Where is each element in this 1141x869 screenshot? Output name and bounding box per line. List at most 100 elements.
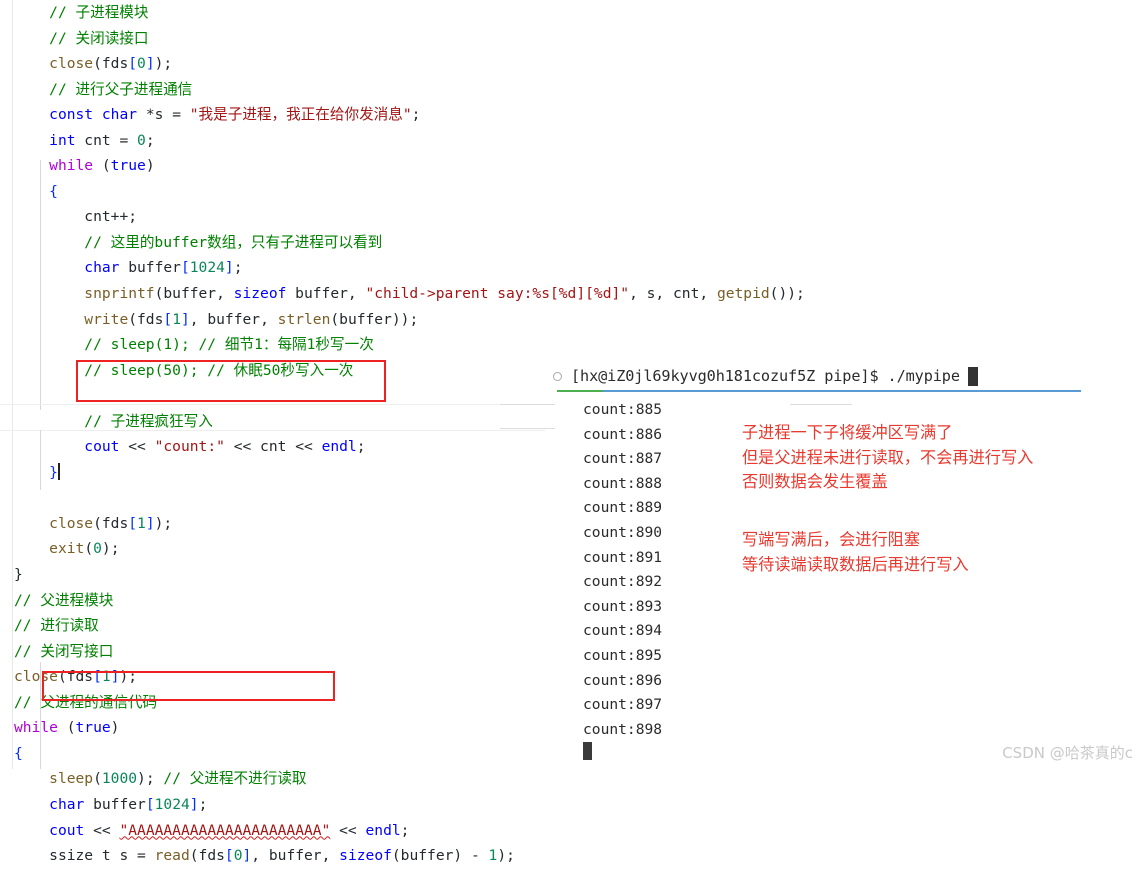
code-token: snprintf — [84, 285, 155, 303]
code-token: "count:" — [154, 438, 225, 456]
code-token: ] — [189, 795, 199, 813]
code-line[interactable]: } — [0, 460, 560, 486]
code-token: // 进行父子进程通信 — [49, 80, 193, 98]
code-line[interactable]: int cnt = 0; — [0, 128, 560, 154]
code-token: 1 — [488, 847, 498, 865]
code-line[interactable]: sleep(1000); // 父进程不进行读取 — [0, 766, 560, 792]
code-token: ; — [145, 131, 155, 149]
code-token: << — [119, 438, 155, 456]
margin-tick-2 — [500, 428, 555, 429]
code-line[interactable]: cnt++; — [0, 204, 560, 230]
code-token: [ — [224, 847, 234, 865]
terminal-output-line: count:891 — [583, 548, 663, 566]
code-token: // 进行读取 — [14, 617, 99, 635]
code-token: exit — [49, 540, 85, 558]
terminal-prompt-text: [hx@iZ0jl69kyvg0h181cozuf5Z pipe]$ ./myp… — [571, 367, 960, 385]
code-line[interactable]: // 这里的buffer数组，只有子进程可以看到 — [0, 230, 560, 256]
code-line[interactable]: // 父进程模块 — [0, 588, 560, 614]
code-token: (fds — [189, 847, 225, 865]
code-line[interactable]: cout << "AAAAAAAAAAAAAAAAAAAAAA" << endl… — [0, 818, 560, 844]
code-token: sizeof — [233, 285, 287, 303]
code-token: { — [14, 744, 23, 762]
code-token: [ — [163, 310, 173, 328]
code-token: // 父进程模块 — [14, 591, 114, 609]
terminal-block-cursor — [583, 742, 592, 761]
code-line[interactable]: while (true) — [0, 715, 560, 741]
code-token: // 父进程不进行读取 — [163, 770, 307, 788]
code-line[interactable]: const char *s = "我是子进程，我正在给你发消息"; — [0, 102, 560, 128]
code-line[interactable]: // 进行读取 — [0, 613, 560, 639]
code-line[interactable]: char buffer[1024]; — [0, 792, 560, 818]
code-token: while — [49, 157, 94, 175]
code-line[interactable]: close(fds[0]); — [0, 51, 560, 77]
code-line[interactable]: ssize t s = read(fds[0], buffer, sizeof(… — [0, 843, 560, 869]
code-token: // 关闭读接口 — [49, 29, 149, 47]
code-line[interactable]: close(fds[1]); — [0, 511, 560, 537]
code-token: char — [84, 259, 120, 277]
code-line[interactable]: // 进行父子进程通信 — [0, 77, 560, 103]
code-line[interactable]: // 关闭读接口 — [0, 26, 560, 52]
annotation-note-blocking: 写端写满后，会进行阻塞 等待读端读取数据后再进行写入 — [742, 530, 969, 574]
code-token: ] — [145, 514, 155, 532]
code-line[interactable]: // sleep(50); // 休眠50秒写入一次 — [0, 358, 560, 384]
code-token: close — [49, 514, 94, 532]
code-token: (fds — [93, 514, 129, 532]
code-line[interactable]: { — [0, 179, 560, 205]
code-token: ( — [93, 55, 102, 73]
code-token: ] — [145, 55, 155, 73]
terminal-output-line: count:895 — [583, 646, 663, 664]
terminal-output-line: count:892 — [583, 573, 663, 591]
margin-tick-3 — [790, 404, 852, 405]
code-line[interactable]: close(fds[1]); — [0, 664, 560, 690]
code-line[interactable]: snprintf(buffer, sizeof buffer, "child->… — [0, 281, 805, 307]
margin-tick-1 — [500, 404, 555, 405]
code-line[interactable]: } — [0, 562, 560, 588]
code-token: char — [101, 106, 138, 124]
code-token: (fds — [128, 310, 164, 328]
watermark: CSDN @哈茶真的c — [1002, 744, 1133, 762]
code-line[interactable]: // sleep(1); // 细节1：每隔1秒写一次 — [0, 332, 560, 358]
code-token: 1 — [137, 514, 146, 532]
code-token: buffer — [84, 795, 146, 813]
code-token: 1000 — [101, 770, 138, 788]
code-token: 1024 — [189, 259, 225, 277]
code-line[interactable]: cout << "count:" << cnt << endl; — [0, 434, 560, 460]
code-lines[interactable]: // 子进程模块 // 关闭读接口 close(fds[0]); // 进行父子… — [0, 0, 805, 869]
code-line[interactable]: write(fds[1], buffer, strlen(buffer)); — [0, 307, 560, 333]
code-line[interactable]: while (true) — [0, 153, 560, 179]
code-line[interactable] — [0, 383, 560, 409]
code-token: while — [14, 719, 58, 737]
terminal-output-cursor-line — [583, 742, 662, 767]
code-token: (fds — [57, 668, 94, 686]
code-token: 0 — [93, 540, 102, 558]
code-token: 0 — [233, 847, 243, 865]
code-line[interactable]: // 关闭写接口 — [0, 639, 560, 665]
code-token: 0 — [137, 131, 146, 149]
code-token: 0 — [137, 55, 146, 73]
code-token: ); — [154, 55, 173, 73]
code-line[interactable]: char buffer[1024]; — [0, 255, 560, 281]
code-token: sizeof — [339, 847, 392, 865]
code-token: buffer — [119, 259, 181, 277]
code-token: write — [84, 310, 129, 328]
code-token: , buffer, — [251, 847, 340, 865]
code-token: // sleep(1); // 细节1：每隔1秒写一次 — [84, 336, 374, 354]
code-token: << cnt << — [224, 438, 322, 456]
code-editor-pane[interactable]: // 子进程模块 // 关闭读接口 close(fds[0]); // 进行父子… — [0, 0, 805, 864]
code-line[interactable]: // 子进程疯狂写入 — [0, 409, 560, 435]
code-token: // 父进程的通信代码 — [14, 693, 158, 711]
code-token: char — [49, 795, 85, 813]
code-line[interactable]: // 子进程模块 — [0, 0, 560, 26]
code-token: ; — [356, 438, 366, 456]
code-line[interactable]: exit(0); — [0, 536, 560, 562]
code-token: [ — [145, 795, 155, 813]
code-token: ) — [145, 157, 155, 175]
code-token: // 这里的buffer数组，只有子进程可以看到 — [84, 233, 383, 251]
terminal-prompt-cursor — [967, 366, 978, 386]
code-line[interactable]: { — [0, 741, 560, 767]
code-line[interactable] — [0, 485, 560, 511]
code-token: buffer, — [286, 285, 366, 303]
code-token: << — [330, 821, 366, 839]
code-token: ( — [57, 719, 76, 737]
code-line[interactable]: // 父进程的通信代码 — [0, 690, 560, 716]
